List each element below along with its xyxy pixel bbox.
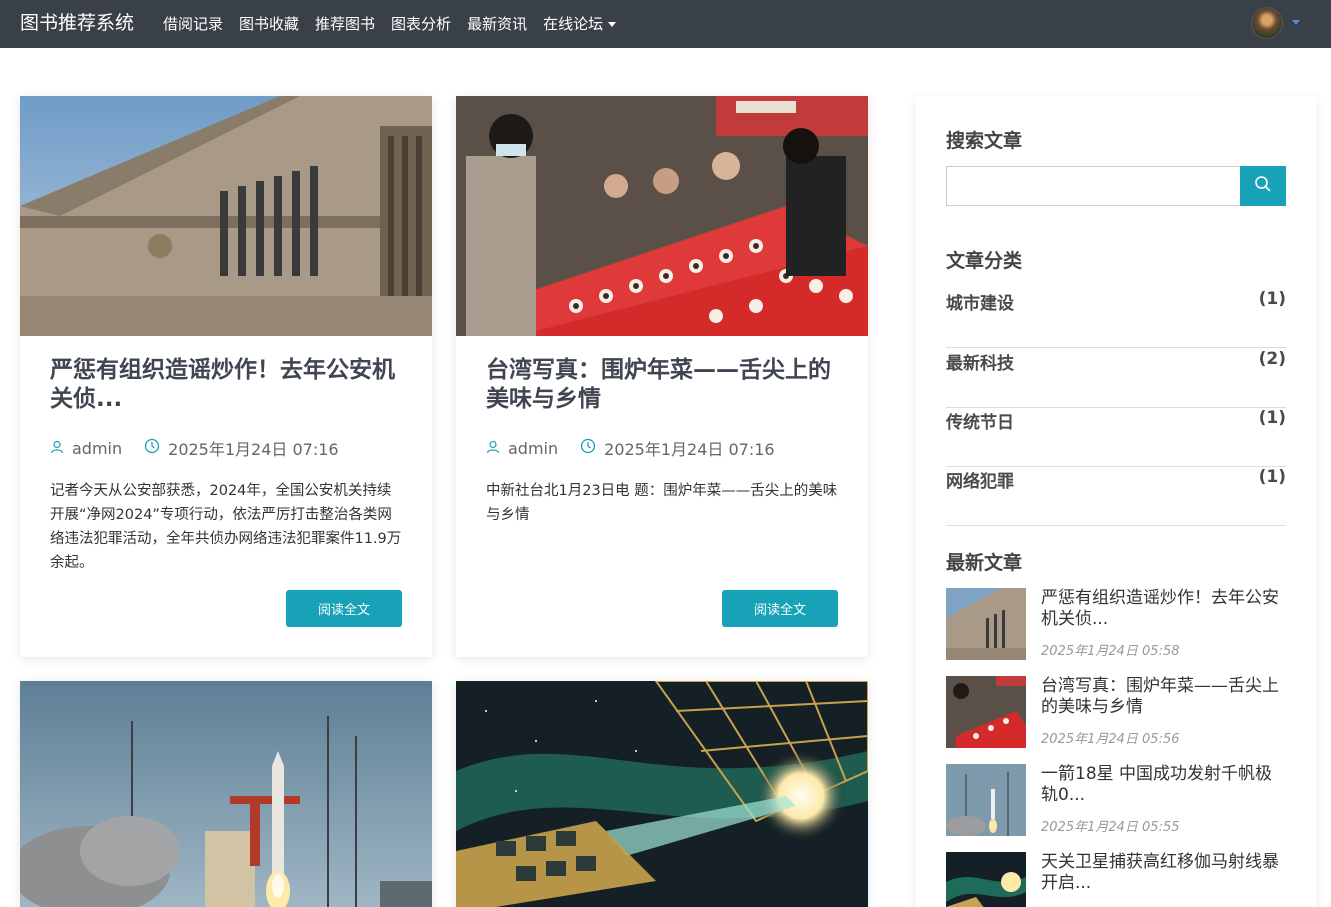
caret-down-icon — [608, 22, 617, 27]
recent-article[interactable]: 严惩有组织造谣炒作！去年公安机关侦... 2025年1月24日 05:58 — [946, 588, 1286, 660]
category-count: (1) — [1258, 289, 1286, 309]
recent-article-date: 2025年1月24日 05:58 — [1041, 644, 1180, 659]
category-name: 最新科技 — [946, 354, 1014, 374]
recent-article-date: 2025年1月24日 05:55 — [1041, 820, 1180, 835]
category-count: (2) — [1258, 349, 1286, 369]
recent-article-title: 严惩有组织造谣炒作！去年公安机关侦... — [1041, 588, 1279, 629]
article-author: admin — [508, 438, 559, 458]
recent-article-title: 台湾写真：围炉年菜——舌尖上的美味与乡情 — [1041, 676, 1279, 717]
search-heading: 搜索文章 — [946, 130, 1023, 152]
nav-link-borrow-records[interactable]: 借阅记录 — [163, 14, 223, 34]
recent-article[interactable]: 台湾写真：围炉年菜——舌尖上的美味与乡情 2025年1月24日 05:56 — [946, 676, 1286, 748]
article-image-rocket-launch[interactable] — [20, 681, 432, 907]
article-image-market[interactable] — [456, 96, 868, 336]
recent-heading: 最新文章 — [946, 552, 1023, 574]
article-title[interactable]: 台湾写真：围炉年菜——舌尖上的美味与乡情 — [486, 356, 838, 414]
user-icon — [50, 439, 64, 458]
recent-article[interactable]: 天关卫星捕获高红移伽马射线暴 开启... — [946, 852, 1286, 907]
nav-links: 借阅记录 图书收藏 推荐图书 图表分析 最新资讯 在线论坛 — [163, 14, 632, 34]
avatar-caret-down-icon[interactable] — [1292, 20, 1300, 25]
category-item[interactable]: 传统节日 (1) — [946, 408, 1286, 467]
recent-thumbnail-building — [946, 588, 1026, 660]
recent-article-date: 2025年1月24日 05:56 — [1041, 732, 1180, 747]
nav-dropdown-label: 在线论坛 — [543, 15, 604, 33]
article-card: 台湾写真：围炉年菜——舌尖上的美味与乡情 admin 2025年1月24日 07… — [456, 96, 868, 657]
brand-title[interactable]: 图书推荐系统 — [20, 10, 134, 36]
search-icon — [1254, 175, 1272, 197]
category-name: 城市建设 — [946, 294, 1014, 314]
nav-link-recommended-books[interactable]: 推荐图书 — [315, 14, 375, 34]
recent-article-title: 一箭18星 中国成功发射千帆极轨0... — [1041, 764, 1273, 805]
recent-thumbnail-rocket — [946, 764, 1026, 836]
recent-article-title: 天关卫星捕获高红移伽马射线暴 开启... — [1041, 852, 1279, 893]
search-input[interactable] — [946, 166, 1241, 206]
user-icon — [486, 439, 500, 458]
article-date: 2025年1月24日 07:16 — [168, 440, 339, 459]
top-navbar: 图书推荐系统 借阅记录 图书收藏 推荐图书 图表分析 最新资讯 在线论坛 — [0, 0, 1331, 48]
article-excerpt: 记者今天从公安部获悉，2024年，全国公安机关持续开展“净网2024”专项行动，… — [50, 483, 402, 571]
sidebar: 搜索文章 文章分类 城市建设 (1) 最新科技 (2) 传统节日 (1) 网络犯… — [916, 96, 1316, 907]
search-button[interactable] — [1240, 166, 1286, 206]
article-author: admin — [72, 438, 123, 458]
recent-thumbnail-market — [946, 676, 1026, 748]
category-count: (1) — [1258, 408, 1286, 428]
article-date: 2025年1月24日 07:16 — [604, 440, 775, 459]
recent-thumbnail-satellite — [946, 852, 1026, 907]
article-meta: admin 2025年1月24日 07:16 — [50, 436, 339, 460]
category-name: 网络犯罪 — [946, 472, 1014, 492]
category-item[interactable]: 网络犯罪 (1) — [946, 467, 1286, 526]
clock-icon — [580, 438, 596, 458]
recent-article[interactable]: 一箭18星 中国成功发射千帆极轨0... 2025年1月24日 05:55 — [946, 764, 1286, 836]
article-image-building[interactable] — [20, 96, 432, 336]
user-avatar[interactable] — [1251, 7, 1283, 39]
article-excerpt: 中新社台北1月23日电 题：围炉年菜——舌尖上的美味与乡情 — [486, 483, 838, 523]
categories-heading: 文章分类 — [946, 250, 1023, 272]
article-title[interactable]: 严惩有组织造谣炒作！去年公安机关侦... — [50, 356, 402, 414]
article-image-satellite[interactable] — [456, 681, 868, 907]
category-name: 传统节日 — [946, 413, 1014, 433]
article-meta: admin 2025年1月24日 07:16 — [486, 436, 775, 460]
nav-link-chart-analysis[interactable]: 图表分析 — [391, 14, 451, 34]
article-card — [20, 681, 432, 907]
nav-link-book-favorites[interactable]: 图书收藏 — [239, 14, 299, 34]
category-item[interactable]: 城市建设 (1) — [946, 289, 1286, 348]
read-more-button[interactable]: 阅读全文 — [722, 590, 838, 627]
nav-link-latest-news[interactable]: 最新资讯 — [467, 14, 527, 34]
article-card: 严惩有组织造谣炒作！去年公安机关侦... admin 2025年1月24日 07… — [20, 96, 432, 657]
article-card — [456, 681, 868, 907]
category-item[interactable]: 最新科技 (2) — [946, 349, 1286, 408]
nav-dropdown-forum[interactable]: 在线论坛 — [543, 14, 617, 34]
read-more-button[interactable]: 阅读全文 — [286, 590, 402, 627]
clock-icon — [144, 438, 160, 458]
category-count: (1) — [1258, 467, 1286, 487]
